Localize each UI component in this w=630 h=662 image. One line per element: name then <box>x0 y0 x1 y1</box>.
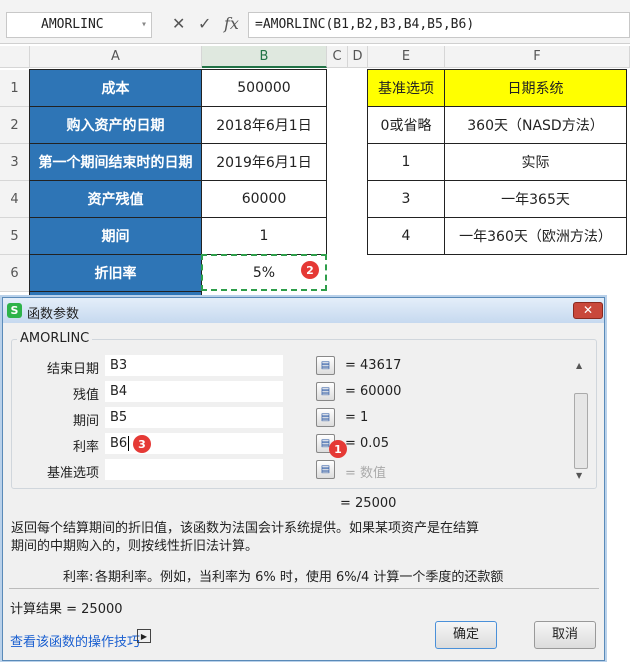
step-badge-3: 3 <box>133 435 151 453</box>
period-result: = 1 <box>345 410 369 425</box>
range-select-icon[interactable]: ▤ <box>316 460 335 479</box>
select-all-corner[interactable] <box>0 46 30 68</box>
range-select-icon[interactable]: ▤ <box>316 382 335 401</box>
row-header-3[interactable]: 3 <box>0 144 30 181</box>
argument-description: 各期利率。例如，当利率为 6% 时，使用 6%/4 计算一个季度的还款额 <box>95 570 504 585</box>
video-icon[interactable]: ▶ <box>137 629 151 643</box>
cell-e3[interactable]: 1 <box>367 143 445 181</box>
chevron-down-icon[interactable]: ▾ <box>141 13 147 37</box>
column-header-e[interactable]: E <box>368 46 445 68</box>
rate-result: = 0.05 <box>345 436 389 451</box>
function-arguments-dialog: S 函数参数 ✕ AMORLINC 结束日期 B3 ▤ = 43617 残值 B… <box>2 297 605 661</box>
row-header-5[interactable]: 5 <box>0 218 30 255</box>
cell-e2[interactable]: 0或省略 <box>367 106 445 144</box>
field-label-salvage: 残值 <box>72 388 99 403</box>
formula-total: = 25000 <box>340 496 397 511</box>
cell-b2[interactable]: 2018年6月1日 <box>201 106 327 144</box>
dialog-title: 函数参数 <box>27 307 80 322</box>
field-label-rate: 利率 <box>72 440 99 455</box>
cell-f1[interactable]: 日期系统 <box>444 69 627 107</box>
name-box[interactable]: AMORLINC ▾ <box>6 12 152 38</box>
salvage-input[interactable]: B4 <box>105 381 283 402</box>
column-header-a[interactable]: A <box>30 46 202 68</box>
salvage-result: = 60000 <box>345 384 402 399</box>
name-box-value: AMORLINC <box>41 17 104 32</box>
scroll-thumb[interactable] <box>574 393 588 469</box>
scroll-down-icon[interactable]: ▼ <box>576 471 582 480</box>
row-header-1[interactable]: 1 <box>0 70 30 107</box>
column-header-b[interactable]: B <box>202 46 327 68</box>
argument-name: 利率: <box>63 570 94 585</box>
close-button[interactable]: ✕ <box>573 302 603 319</box>
cell-a5[interactable]: 期间 <box>29 217 202 255</box>
cell-e1[interactable]: 基准选项 <box>367 69 445 107</box>
step-badge-2: 2 <box>301 261 319 279</box>
field-label-end-date: 结束日期 <box>46 362 99 377</box>
fx-icon[interactable]: fx <box>224 14 239 33</box>
cell-b1[interactable]: 500000 <box>201 69 327 107</box>
basis-input[interactable] <box>105 459 283 480</box>
function-description: 返回每个结算期间的折旧值，该函数为法国会计系统提供。如果某项资产是在结算期间的中… <box>11 521 480 554</box>
end-date-input[interactable]: B3 <box>105 355 283 376</box>
cancel-button[interactable]: 取消 <box>534 621 596 649</box>
cell-e4[interactable]: 3 <box>367 180 445 218</box>
rate-input-value: B6 <box>110 436 128 451</box>
cell-a6[interactable]: 折旧率 <box>29 254 202 292</box>
arguments-scrollbar[interactable]: ▲ ▼ <box>573 361 589 481</box>
column-header-c[interactable]: C <box>327 46 348 68</box>
formula-bar: AMORLINC ▾ ✕ ✓ fx =AMORLINC(B1,B2,B3,B4,B… <box>0 0 630 44</box>
rate-input[interactable]: B6 <box>105 433 283 454</box>
cell-a3[interactable]: 第一个期间结束时的日期 <box>29 143 202 181</box>
cell-b4[interactable]: 60000 <box>201 180 327 218</box>
function-name: AMORLINC <box>17 331 93 346</box>
cell-f3[interactable]: 实际 <box>444 143 627 181</box>
cancel-icon[interactable]: ✕ <box>172 14 185 33</box>
field-label-basis: 基准选项 <box>46 466 99 481</box>
divider <box>9 588 599 589</box>
cell-a1[interactable]: 成本 <box>29 69 202 107</box>
formula-input[interactable]: =AMORLINC(B1,B2,B3,B4,B5,B6) <box>248 12 630 38</box>
field-label-period: 期间 <box>72 414 99 429</box>
range-select-icon[interactable]: ▤ <box>316 356 335 375</box>
calculation-result: 计算结果 = 25000 <box>10 602 123 617</box>
cell-e5[interactable]: 4 <box>367 217 445 255</box>
dialog-titlebar[interactable]: S 函数参数 ✕ <box>3 298 604 323</box>
period-input[interactable]: B5 <box>105 407 283 428</box>
basis-result: = 数值 <box>345 466 387 481</box>
cell-a4[interactable]: 资产残值 <box>29 180 202 218</box>
app-logo-icon: S <box>7 303 22 318</box>
enter-icon[interactable]: ✓ <box>198 14 211 33</box>
range-select-icon[interactable]: ▤ <box>316 408 335 427</box>
cell-f5[interactable]: 一年360天（欧洲方法） <box>444 217 627 255</box>
cell-b3[interactable]: 2019年6月1日 <box>201 143 327 181</box>
column-header-d[interactable]: D <box>348 46 368 68</box>
cell-b5[interactable]: 1 <box>201 217 327 255</box>
help-link[interactable]: 查看该函数的操作技巧 <box>10 631 140 650</box>
cell-f4[interactable]: 一年365天 <box>444 180 627 218</box>
row-header-2[interactable]: 2 <box>0 107 30 144</box>
end-date-result: = 43617 <box>345 358 402 373</box>
cell-f2[interactable]: 360天（NASD方法） <box>444 106 627 144</box>
column-header-f[interactable]: F <box>445 46 630 68</box>
ok-button[interactable]: 确定 <box>435 621 497 649</box>
row-header-6[interactable]: 6 <box>0 255 30 292</box>
row-header-4[interactable]: 4 <box>0 181 30 218</box>
cell-a2[interactable]: 购入资产的日期 <box>29 106 202 144</box>
scroll-up-icon[interactable]: ▲ <box>576 361 582 370</box>
